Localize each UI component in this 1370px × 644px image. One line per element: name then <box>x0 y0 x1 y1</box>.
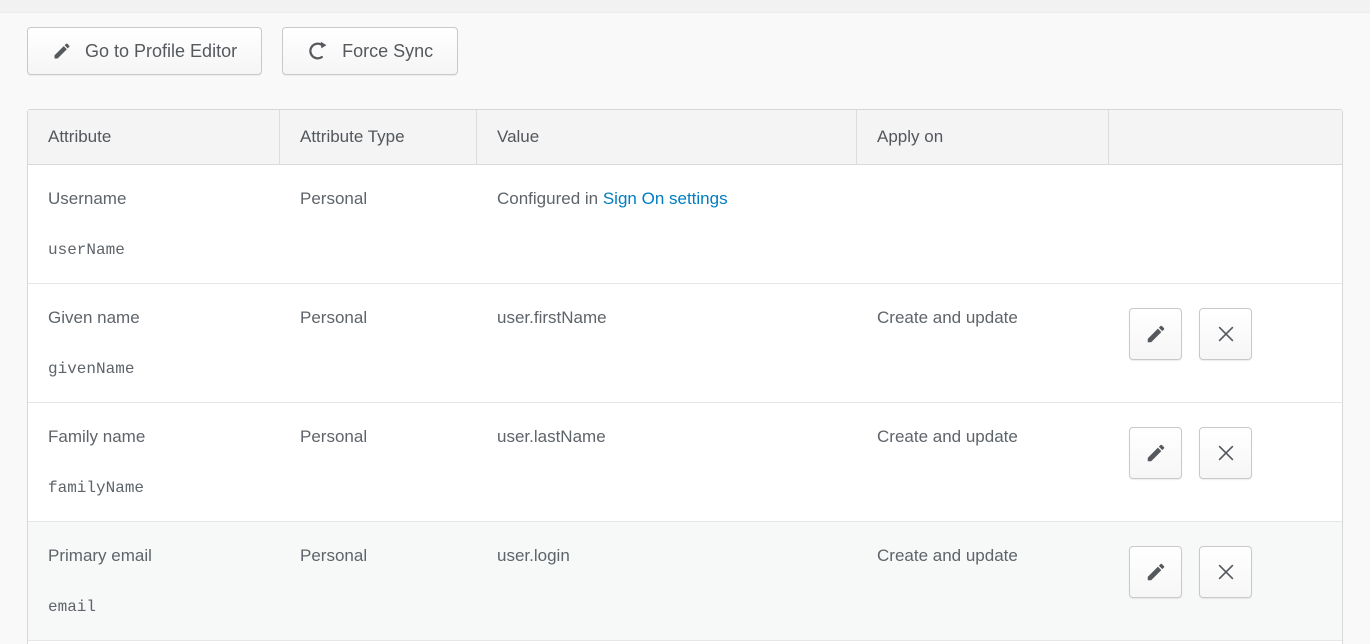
attribute-type-cell: Personal <box>280 402 477 521</box>
actions-cell <box>1109 283 1342 402</box>
attribute-type-cell: Personal <box>280 283 477 402</box>
attribute-type-cell: Personal <box>280 165 477 283</box>
force-sync-label: Force Sync <box>342 41 433 62</box>
table-header-row: Attribute Attribute Type Value Apply on <box>28 110 1342 165</box>
column-header-attribute: Attribute <box>28 110 280 165</box>
column-header-value: Value <box>477 110 857 165</box>
value-cell: user.lastName <box>477 402 857 521</box>
attribute-variable-name: email <box>48 598 270 616</box>
table-row-family-name: Family name familyName Personal user.las… <box>28 402 1342 521</box>
attribute-mapping-table: Attribute Attribute Type Value Apply on … <box>27 109 1343 644</box>
toolbar: Go to Profile Editor Force Sync <box>27 27 1343 75</box>
table-row-username: Username userName Personal Configured in… <box>28 165 1342 283</box>
actions-cell <box>1109 640 1342 644</box>
actions-cell <box>1109 521 1342 640</box>
table-row-given-name: Given name givenName Personal user.first… <box>28 283 1342 402</box>
attribute-cell: Primary email email <box>28 521 280 640</box>
edit-attribute-button[interactable] <box>1129 308 1182 360</box>
attribute-mappings-panel: Go to Profile Editor Force Sync Attribut… <box>0 27 1370 644</box>
actions-cell <box>1109 165 1342 283</box>
apply-on-cell: Create and update <box>857 521 1109 640</box>
pencil-icon <box>1145 561 1167 583</box>
attribute-variable-name: givenName <box>48 360 270 378</box>
delete-attribute-button[interactable] <box>1199 308 1252 360</box>
value-prefix-text: Configured in <box>497 189 603 208</box>
x-icon <box>1215 442 1237 464</box>
column-header-attribute-type: Attribute Type <box>280 110 477 165</box>
delete-attribute-button[interactable] <box>1199 546 1252 598</box>
apply-on-cell: Create and update <box>857 283 1109 402</box>
attribute-label: Primary email <box>48 546 270 566</box>
refresh-icon <box>307 40 329 62</box>
attribute-cell: Given name givenName <box>28 283 280 402</box>
apply-on-cell <box>857 640 1109 644</box>
edit-attribute-button[interactable] <box>1129 546 1182 598</box>
attribute-cell: Username userName <box>28 165 280 283</box>
pencil-icon <box>52 41 72 61</box>
table-row-primary-email: Primary email email Personal user.login … <box>28 521 1342 640</box>
go-to-profile-editor-button[interactable]: Go to Profile Editor <box>27 27 262 75</box>
value-cell: user.firstName <box>477 283 857 402</box>
value-cell: Configured in Sign On settings <box>477 165 857 283</box>
x-icon <box>1215 323 1237 345</box>
delete-attribute-button[interactable] <box>1199 427 1252 479</box>
column-header-actions <box>1109 110 1342 165</box>
attribute-label: Family name <box>48 427 270 447</box>
value-cell: user.login <box>477 521 857 640</box>
attribute-label: Given name <box>48 308 270 328</box>
value-cell <box>477 640 857 644</box>
column-header-apply-on: Apply on <box>857 110 1109 165</box>
apply-on-cell <box>857 165 1109 283</box>
force-sync-button[interactable]: Force Sync <box>282 27 458 75</box>
edit-attribute-button[interactable] <box>1129 427 1182 479</box>
attribute-variable-name: familyName <box>48 479 270 497</box>
attribute-label: Username <box>48 189 270 209</box>
x-icon <box>1215 561 1237 583</box>
go-to-profile-editor-label: Go to Profile Editor <box>85 41 237 62</box>
table-row-partial <box>28 640 1342 644</box>
pencil-icon <box>1145 442 1167 464</box>
attribute-variable-name: userName <box>48 241 270 259</box>
actions-cell <box>1109 402 1342 521</box>
apply-on-cell: Create and update <box>857 402 1109 521</box>
attribute-cell: Family name familyName <box>28 402 280 521</box>
top-strip <box>0 0 1370 13</box>
sign-on-settings-link[interactable]: Sign On settings <box>603 189 728 208</box>
pencil-icon <box>1145 323 1167 345</box>
attribute-type-cell: Personal <box>280 521 477 640</box>
attribute-cell <box>28 640 280 644</box>
attribute-type-cell <box>280 640 477 644</box>
